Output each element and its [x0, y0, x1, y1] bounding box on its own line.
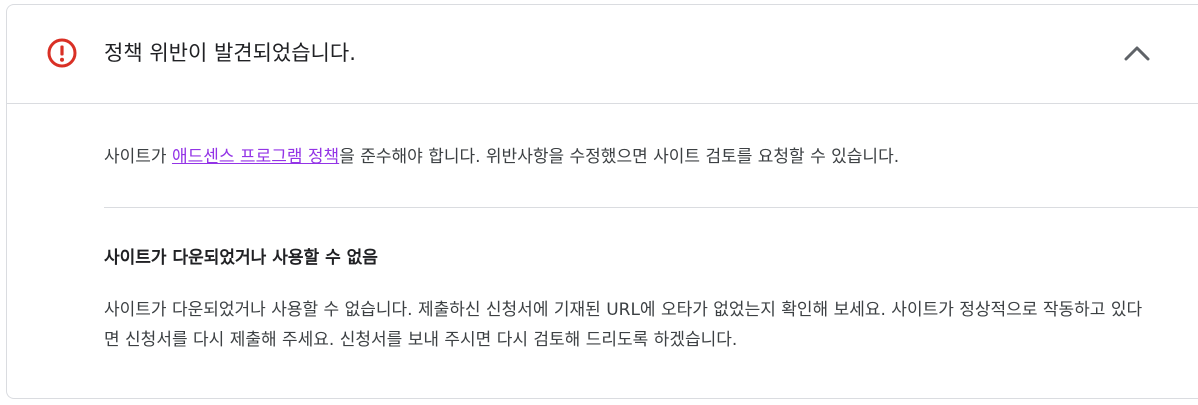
section-divider: [104, 207, 1198, 208]
intro-text-start: 사이트가: [104, 147, 172, 167]
violation-title: 사이트가 다운되었거나 사용할 수 없음: [104, 248, 378, 268]
intro-text-end: 을 준수해야 합니다. 위반사항을 수정했으면 사이트 검토를 요청할 수 있습…: [339, 147, 900, 167]
chevron-up-icon: [1124, 46, 1150, 61]
adsense-policy-link[interactable]: 애드센스 프로그램 정책: [172, 147, 339, 167]
panel-title: 정책 위반이 발견되었습니다.: [104, 41, 356, 65]
intro-text: 사이트가 애드센스 프로그램 정책을 준수해야 합니다. 위반사항을 수정했으면…: [104, 144, 899, 170]
panel-header[interactable]: 정책 위반이 발견되었습니다.: [7, 5, 1198, 104]
collapse-button[interactable]: [1117, 33, 1157, 73]
violation-description: 사이트가 다운되었거나 사용할 수 없습니다. 제출하신 신청서에 기재된 UR…: [104, 300, 1143, 350]
error-circle-icon: [47, 38, 77, 68]
policy-violation-panel: 정책 위반이 발견되었습니다. 사이트가 애드센스 프로그램 정책을 준수해야 …: [6, 4, 1198, 399]
